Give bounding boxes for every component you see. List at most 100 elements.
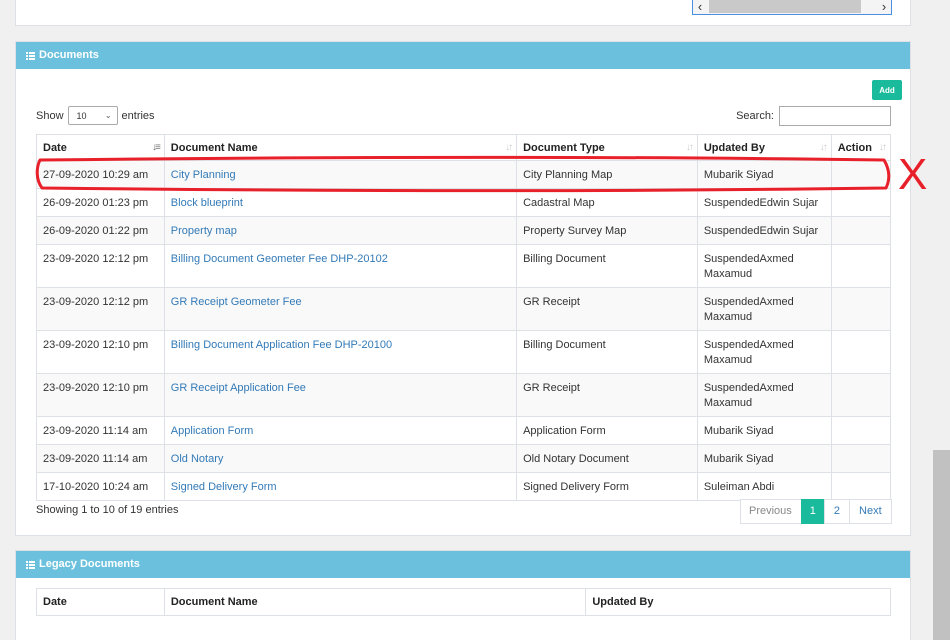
document-link[interactable]: Billing Document Geometer Fee DHP-20102 bbox=[171, 253, 388, 265]
horizontal-scrollbar[interactable]: ‹ › bbox=[692, 0, 892, 15]
cell-action bbox=[830, 444, 892, 473]
document-link[interactable]: Property map bbox=[171, 225, 237, 237]
cell-date: 26-09-2020 01:22 pm bbox=[36, 216, 165, 245]
column-header-document-name[interactable]: Document Name ↓↑ bbox=[163, 134, 518, 161]
page-size-select[interactable]: 10 ⌄ bbox=[67, 106, 118, 125]
document-link[interactable]: GR Receipt Application Fee bbox=[171, 382, 306, 394]
cell-updated-by: Mubarik Siyad bbox=[696, 160, 832, 189]
cell-updated-by: Mubarik Siyad bbox=[696, 416, 832, 445]
sort-icon: ↓↑ bbox=[819, 142, 828, 153]
column-label: Updated By bbox=[703, 141, 765, 154]
cell-date: 26-09-2020 01:23 pm bbox=[36, 188, 165, 217]
previous-page-button[interactable]: Previous bbox=[740, 499, 802, 524]
cell-updated-by: SuspendedAxmed Maxamud bbox=[696, 373, 832, 417]
column-header-action[interactable]: Action ↓↑ bbox=[830, 134, 892, 161]
cell-action bbox=[830, 416, 892, 445]
column-header-updated-by[interactable]: Updated By ↓↑ bbox=[696, 134, 832, 161]
cell-action bbox=[830, 472, 892, 501]
cell-document-name: Old Notary bbox=[163, 444, 518, 473]
cell-document-type: Signed Delivery Form bbox=[516, 472, 698, 501]
pagination: Previous 1 2 Next bbox=[740, 499, 892, 524]
page-button-1[interactable]: 1 bbox=[800, 499, 825, 524]
table-header-row: Date Document Name Updated By bbox=[36, 588, 891, 616]
cell-date: 23-09-2020 12:12 pm bbox=[36, 244, 165, 288]
scroll-right-icon[interactable]: › bbox=[877, 0, 891, 14]
scroll-left-icon[interactable]: ‹ bbox=[693, 0, 707, 14]
cell-document-type: Billing Document bbox=[516, 244, 698, 288]
cell-action bbox=[830, 330, 892, 374]
sort-icon: ↓↑ bbox=[685, 142, 694, 153]
cell-action bbox=[830, 160, 892, 189]
cell-date: 23-09-2020 12:10 pm bbox=[36, 373, 165, 417]
table-header-row: Date ↓≡ Document Name ↓↑ Document Type ↓↑ U… bbox=[36, 134, 892, 161]
cell-document-name: Signed Delivery Form bbox=[163, 472, 518, 501]
cell-document-name: GR Receipt Geometer Fee bbox=[163, 287, 518, 331]
cell-document-name: Property map bbox=[163, 216, 518, 245]
cell-date: 27-09-2020 10:29 am bbox=[36, 160, 165, 189]
cell-date: 17-10-2020 10:24 am bbox=[36, 472, 165, 501]
legacy-documents-table: Date Document Name Updated By bbox=[36, 588, 891, 616]
search-control: Search: bbox=[736, 106, 891, 126]
document-link[interactable]: GR Receipt Geometer Fee bbox=[171, 296, 302, 308]
search-input[interactable] bbox=[779, 106, 891, 126]
cell-document-type: Cadastral Map bbox=[516, 188, 698, 217]
table-row: 17-10-2020 10:24 am Signed Delivery Form… bbox=[36, 472, 892, 501]
cell-document-type: Billing Document bbox=[516, 330, 698, 374]
search-label: Search: bbox=[736, 110, 774, 122]
document-link[interactable]: Block blueprint bbox=[171, 197, 243, 209]
cell-updated-by: SuspendedEdwin Sujar bbox=[696, 216, 832, 245]
table-info: Showing 1 to 10 of 19 entries bbox=[36, 504, 179, 516]
table-row: 26-09-2020 01:22 pm Property map Propert… bbox=[36, 216, 892, 245]
cell-updated-by: Mubarik Siyad bbox=[696, 444, 832, 473]
legacy-panel-header: Legacy Documents bbox=[16, 551, 910, 578]
cell-document-name: Application Form bbox=[163, 416, 518, 445]
column-header-document-type[interactable]: Document Type ↓↑ bbox=[516, 134, 698, 161]
sort-icon: ↓↑ bbox=[879, 142, 887, 153]
column-header-date[interactable]: Date bbox=[36, 588, 165, 616]
table-row: 23-09-2020 11:14 am Old Notary Old Notar… bbox=[36, 444, 892, 473]
vertical-scrollbar-thumb[interactable] bbox=[933, 450, 950, 640]
column-header-updated-by[interactable]: Updated By bbox=[585, 588, 891, 616]
table-row: 23-09-2020 12:10 pm GR Receipt Applicati… bbox=[36, 373, 892, 417]
cell-updated-by: SuspendedAxmed Maxamud bbox=[696, 330, 832, 374]
cell-action bbox=[830, 188, 892, 217]
document-link[interactable]: Signed Delivery Form bbox=[171, 481, 277, 493]
chevron-down-icon: ⌄ bbox=[104, 111, 112, 120]
cell-document-type: Application Form bbox=[516, 416, 698, 445]
legacy-title: Legacy Documents bbox=[39, 558, 140, 570]
next-page-button[interactable]: Next bbox=[849, 499, 892, 524]
documents-panel: Documents Add Show 10 ⌄ entries Search: … bbox=[15, 41, 911, 536]
cell-document-type: GR Receipt bbox=[516, 287, 698, 331]
documents-table: Date ↓≡ Document Name ↓↑ Document Type ↓↑ U… bbox=[36, 134, 892, 501]
document-link[interactable]: Old Notary bbox=[171, 453, 224, 465]
cell-action bbox=[830, 216, 892, 245]
document-link[interactable]: Application Form bbox=[171, 425, 254, 437]
document-link[interactable]: City Planning bbox=[171, 169, 236, 181]
table-row: 23-09-2020 12:10 pm Billing Document App… bbox=[36, 330, 892, 374]
page-size-value: 10 bbox=[76, 110, 87, 121]
cell-document-name: Billing Document Geometer Fee DHP-20102 bbox=[163, 244, 518, 288]
cell-updated-by: SuspendedAxmed Maxamud bbox=[696, 287, 832, 331]
column-label: Document Name bbox=[170, 141, 258, 154]
table-row: 26-09-2020 01:23 pm Block blueprint Cada… bbox=[36, 188, 892, 217]
show-label: Show bbox=[36, 109, 64, 122]
sort-desc-icon: ↓≡ bbox=[151, 142, 161, 153]
cell-updated-by: SuspendedAxmed Maxamud bbox=[696, 244, 832, 288]
cell-date: 23-09-2020 12:10 pm bbox=[36, 330, 165, 374]
cell-action bbox=[830, 244, 892, 288]
documents-panel-header: Documents bbox=[16, 42, 910, 69]
column-header-date[interactable]: Date ↓≡ bbox=[36, 134, 165, 161]
add-document-button[interactable]: Add bbox=[872, 80, 902, 100]
cell-document-type: Old Notary Document bbox=[516, 444, 698, 473]
scrollbar-thumb[interactable] bbox=[709, 0, 861, 13]
cell-document-name: Block blueprint bbox=[163, 188, 518, 217]
legacy-documents-panel: Legacy Documents Date Document Name Upda… bbox=[15, 550, 911, 640]
page-button-2[interactable]: 2 bbox=[823, 499, 851, 524]
column-label: Action bbox=[837, 141, 872, 154]
column-label: Document Type bbox=[523, 141, 605, 154]
cell-date: 23-09-2020 11:14 am bbox=[36, 444, 165, 473]
page-size-control: Show 10 ⌄ entries bbox=[36, 106, 155, 125]
document-link[interactable]: Billing Document Application Fee DHP-201… bbox=[171, 339, 392, 351]
column-header-document-name[interactable]: Document Name bbox=[163, 588, 587, 616]
list-icon bbox=[26, 51, 35, 60]
